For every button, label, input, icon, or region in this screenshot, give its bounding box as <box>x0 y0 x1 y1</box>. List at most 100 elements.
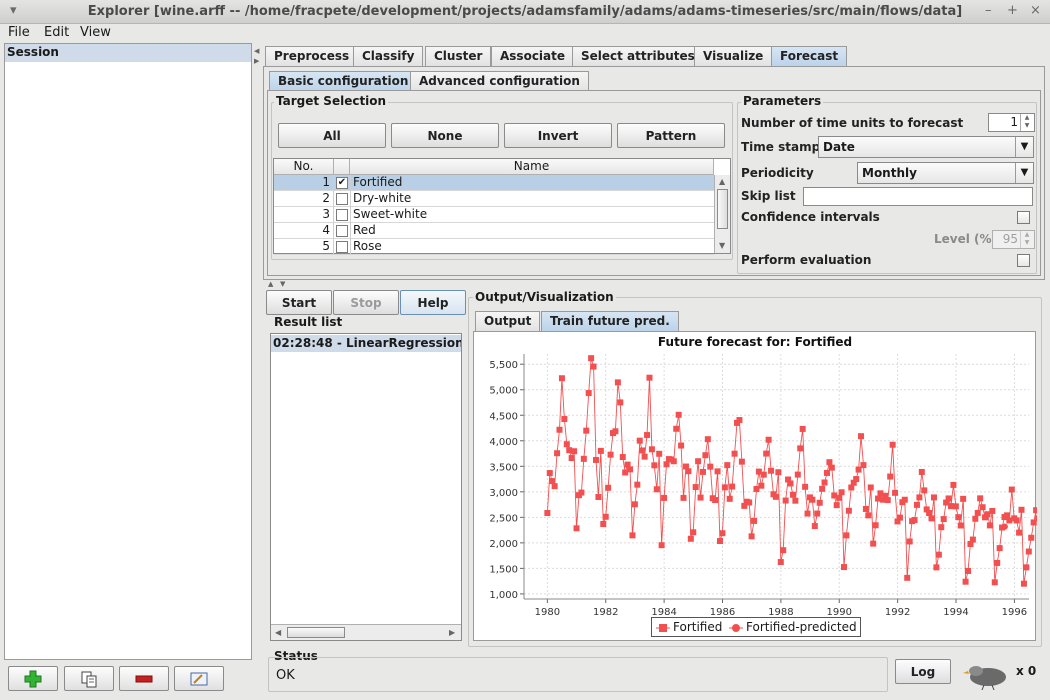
tab-classify[interactable]: Classify <box>353 46 424 66</box>
scroll-left-icon[interactable]: ◀ <box>275 628 281 637</box>
scroll-thumb[interactable] <box>717 189 728 229</box>
copy-button[interactable] <box>64 666 114 691</box>
periodicity-value: Monthly <box>862 166 917 180</box>
data-point <box>838 489 845 496</box>
y-tick-label: 3,500 <box>489 462 518 473</box>
units-value: 1 <box>1010 115 1018 129</box>
row-checkbox[interactable]: ✔ <box>336 177 348 189</box>
column-check[interactable] <box>334 159 350 175</box>
data-point <box>913 501 920 508</box>
chevron-down-icon[interactable]: ▼ <box>1015 137 1033 157</box>
remove-button[interactable] <box>119 666 169 691</box>
data-point <box>814 510 821 517</box>
all-button[interactable]: All <box>278 123 386 148</box>
table-row[interactable]: 2 Dry-white <box>274 191 714 207</box>
menu-edit[interactable]: Edit <box>44 25 69 40</box>
row-checkbox[interactable] <box>336 193 348 205</box>
data-point <box>670 458 677 465</box>
tab-train-future-pred[interactable]: Train future pred. <box>541 311 679 331</box>
data-point <box>602 513 609 520</box>
table-row[interactable]: 5 Rose <box>274 239 714 255</box>
tab-associate[interactable]: Associate <box>491 46 575 66</box>
column-no[interactable]: No. <box>274 159 334 175</box>
data-point <box>826 459 833 466</box>
y-tick-label: 1,500 <box>489 564 518 575</box>
data-point <box>986 522 993 529</box>
tab-cluster[interactable]: Cluster <box>425 46 492 66</box>
data-point <box>965 567 972 574</box>
data-point <box>729 483 736 490</box>
left-splitter[interactable]: ◀ ▶ <box>253 43 261 660</box>
data-point <box>989 507 996 514</box>
close-button[interactable]: × <box>1030 3 1041 18</box>
expand-right-icon[interactable]: ▶ <box>254 57 259 65</box>
weka-bird-icon[interactable] <box>962 660 1012 690</box>
data-point <box>588 355 595 362</box>
pattern-button[interactable]: Pattern <box>617 123 725 148</box>
tab-preprocess[interactable]: Preprocess <box>265 46 359 66</box>
confidence-label: Confidence intervals <box>741 210 880 224</box>
table-row[interactable]: 3 Sweet-white <box>274 207 714 223</box>
menu-view[interactable]: View <box>80 25 111 40</box>
row-checkbox[interactable] <box>336 209 348 221</box>
data-point <box>692 484 699 491</box>
chevron-down-icon[interactable]: ▼ <box>1015 163 1033 183</box>
tab-basic-configuration[interactable]: Basic configuration <box>269 71 418 91</box>
row-checkbox[interactable] <box>336 241 348 253</box>
data-point <box>904 574 911 581</box>
add-button[interactable] <box>8 666 58 691</box>
column-name[interactable]: Name <box>350 159 714 175</box>
data-point <box>1035 515 1042 522</box>
timestamp-combo[interactable]: Date ▼ <box>818 136 1034 158</box>
minimize-button[interactable]: – <box>985 3 992 18</box>
confidence-checkbox[interactable] <box>1017 211 1030 224</box>
data-point <box>690 529 697 536</box>
data-point <box>736 417 743 424</box>
scroll-down-icon[interactable]: ▼ <box>719 241 725 250</box>
data-point <box>695 458 702 465</box>
skip-list-field[interactable] <box>803 187 1033 206</box>
scroll-right-icon[interactable]: ▶ <box>449 628 455 637</box>
scroll-up-icon[interactable]: ▲ <box>719 177 725 186</box>
expand-down-icon[interactable]: ▼ <box>280 280 285 288</box>
list-item[interactable]: 02:28:48 - LinearRegression [F <box>271 335 461 352</box>
evaluation-checkbox[interactable] <box>1017 254 1030 267</box>
data-point <box>612 428 619 435</box>
menu-bar: File Edit View <box>0 24 1050 43</box>
table-row[interactable]: 1 ✔ Fortified <box>274 175 714 191</box>
data-point <box>697 494 704 501</box>
periodicity-combo[interactable]: Monthly ▼ <box>857 162 1034 184</box>
tab-output[interactable]: Output <box>475 311 541 331</box>
stop-button[interactable]: Stop <box>333 290 399 315</box>
invert-button[interactable]: Invert <box>504 123 612 148</box>
collapse-up-icon[interactable]: ▲ <box>268 280 273 288</box>
row-checkbox[interactable] <box>336 225 348 237</box>
log-button[interactable]: Log <box>895 659 951 684</box>
data-point <box>712 497 719 504</box>
tab-select-attributes[interactable]: Select attributes <box>572 46 704 66</box>
data-point <box>704 436 711 443</box>
tab-visualize[interactable]: Visualize <box>694 46 773 66</box>
tab-advanced-configuration[interactable]: Advanced configuration <box>410 71 589 91</box>
none-button[interactable]: None <box>391 123 499 148</box>
properties-button[interactable] <box>174 666 224 691</box>
data-point <box>746 499 753 506</box>
collapse-left-icon[interactable]: ◀ <box>254 47 259 55</box>
tab-forecast[interactable]: Forecast <box>771 46 848 66</box>
maximize-button[interactable]: + <box>1007 3 1018 18</box>
data-point <box>595 494 602 501</box>
help-button[interactable]: Help <box>400 290 466 315</box>
result-hscrollbar[interactable]: ◀ ▶ <box>271 624 461 640</box>
table-scrollbar[interactable]: ▲ ▼ <box>714 175 730 253</box>
spinner-arrows-icon[interactable]: ▲ ▼ <box>1020 114 1033 131</box>
menu-file[interactable]: File <box>8 25 30 40</box>
data-point <box>731 450 738 457</box>
row-name: Red <box>350 223 376 239</box>
start-button[interactable]: Start <box>266 290 332 315</box>
data-point <box>872 522 879 529</box>
scroll-thumb[interactable] <box>287 627 345 638</box>
session-header[interactable]: Session <box>5 44 251 62</box>
units-spinner[interactable]: 1 ▲ ▼ <box>988 113 1035 132</box>
table-row[interactable]: 4 Red <box>274 223 714 239</box>
data-point <box>789 491 796 498</box>
